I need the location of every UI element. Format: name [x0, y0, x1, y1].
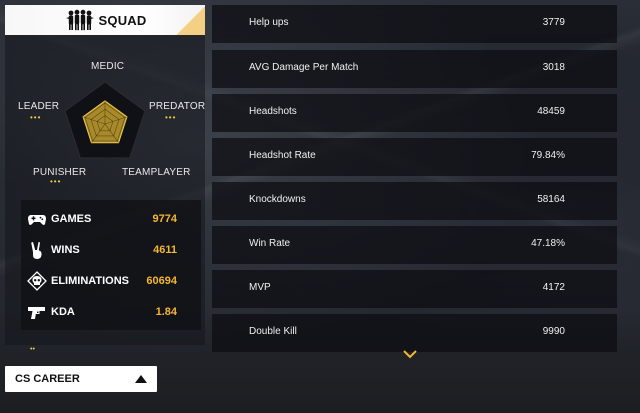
- detail-value: 3779: [542, 17, 565, 28]
- stat-value-kda: 1.84: [155, 306, 177, 318]
- detail-row: Double Kill 9990: [212, 314, 617, 352]
- stat-row-games: GAMES 9774: [21, 204, 201, 234]
- stat-value-eliminations: 60694: [146, 275, 177, 287]
- detail-row: MVP 4172: [212, 270, 617, 308]
- victory-hand-icon: [31, 242, 42, 259]
- summary-stats-box: GAMES 9774 WINS 4611 ELIMINATIONS 60694: [21, 200, 201, 330]
- stat-row-wins: WINS 4611: [21, 235, 201, 265]
- scroll-down-icon[interactable]: [403, 349, 417, 359]
- career-mode-selector[interactable]: CS CAREER: [5, 366, 157, 392]
- detail-label: Win Rate: [249, 238, 291, 249]
- stat-row-eliminations: ELIMINATIONS 60694: [21, 266, 201, 296]
- radar-label-medic: MEDIC: [91, 61, 125, 72]
- mode-label: SQUAD: [98, 12, 147, 28]
- radar-label-leader: LEADER: [18, 101, 60, 112]
- detail-value: 48459: [537, 106, 565, 117]
- caret-up-icon: [135, 375, 147, 383]
- detail-label: Headshots: [249, 106, 297, 117]
- predator-dots: •••: [165, 113, 177, 122]
- squad-silhouette-icon: [65, 9, 94, 31]
- stat-value-games: 9774: [152, 213, 177, 225]
- stat-label-eliminations: ELIMINATIONS: [51, 275, 130, 287]
- stat-label-kda: KDA: [51, 306, 75, 318]
- detail-value: 58164: [537, 194, 565, 205]
- detail-value: 79.84%: [531, 150, 565, 161]
- stat-label-wins: WINS: [51, 244, 80, 256]
- gamepad-icon: [28, 215, 46, 225]
- panel-dots: ••: [30, 346, 35, 353]
- detail-label: AVG Damage Per Match: [249, 62, 359, 73]
- radar-chart: [64, 81, 146, 159]
- detail-row: Knockdowns 58164: [212, 182, 617, 220]
- detail-label: Knockdowns: [249, 194, 306, 205]
- summary-panel: SQUAD MEDIC LEADER ••• PREDATOR ••• PUNI…: [5, 5, 205, 345]
- detail-value: 4172: [542, 282, 565, 293]
- detail-row: Help ups 3779: [212, 5, 617, 43]
- leader-dots: •••: [30, 113, 42, 122]
- playstyle-radar: MEDIC LEADER ••• PREDATOR ••• PUNISHER •…: [5, 35, 206, 186]
- radar-label-teamplayer: TEAMPLAYER: [122, 167, 191, 178]
- detail-label: Help ups: [249, 17, 289, 28]
- detail-row: Headshots 48459: [212, 94, 617, 132]
- radar-label-predator: PREDATOR: [149, 101, 206, 112]
- punisher-dots: •••: [50, 177, 62, 186]
- skull-icon: [27, 271, 47, 291]
- career-mode-label: CS CAREER: [15, 373, 80, 385]
- stat-label-games: GAMES: [51, 213, 92, 225]
- detail-label: Double Kill: [249, 326, 297, 337]
- detail-value: 47.18%: [531, 238, 565, 249]
- detail-row: Headshot Rate 79.84%: [212, 138, 617, 176]
- detail-value: 9990: [542, 326, 565, 337]
- stat-row-kda: KDA 1.84: [21, 297, 201, 327]
- mode-tab-squad[interactable]: SQUAD: [5, 5, 205, 35]
- detail-row: AVG Damage Per Match 3018: [212, 50, 617, 88]
- stat-value-wins: 4611: [153, 244, 177, 256]
- detail-value: 3018: [542, 62, 565, 73]
- detail-label: Headshot Rate: [249, 150, 316, 161]
- detail-row: Win Rate 47.18%: [212, 226, 617, 264]
- detail-label: MVP: [249, 282, 271, 293]
- pistol-icon: [28, 307, 45, 319]
